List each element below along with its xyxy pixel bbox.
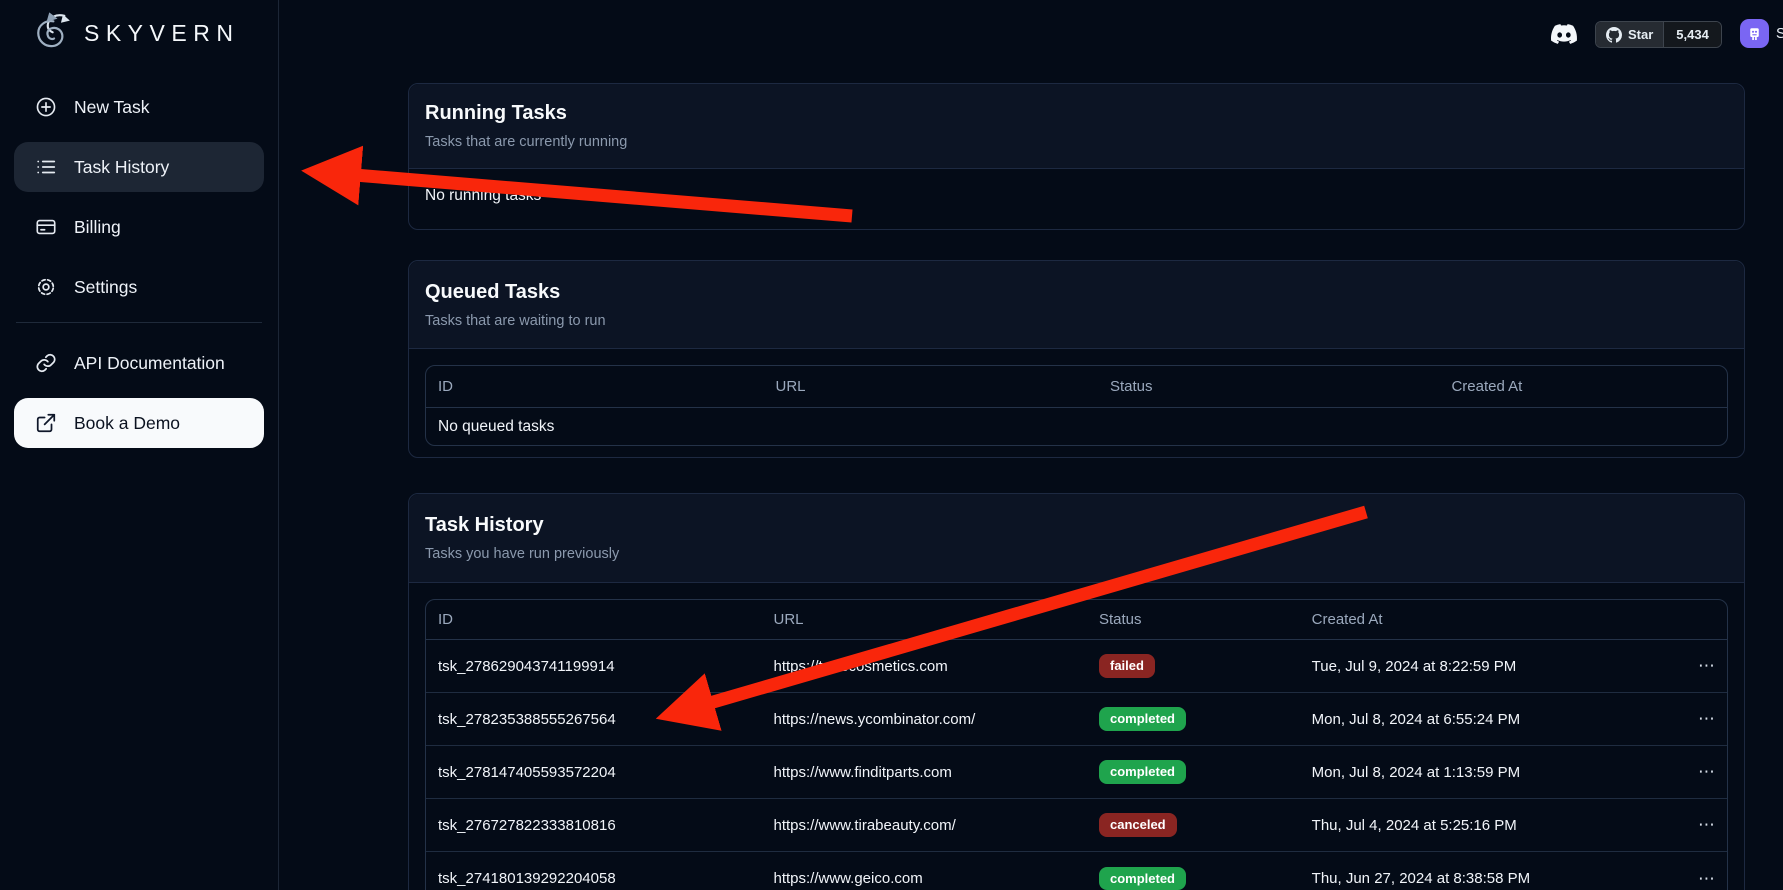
- sidebar-item-label: New Task: [74, 97, 150, 118]
- sidebar-nav: New Task Task History Billing Settings: [0, 0, 278, 458]
- external-link-icon: [35, 412, 57, 434]
- user-avatar[interactable]: [1740, 19, 1769, 48]
- queued-tasks-card: Queued Tasks Tasks that are waiting to r…: [408, 260, 1745, 458]
- gear-icon: [35, 276, 57, 298]
- task-history-header: Task History Tasks you have run previous…: [409, 494, 1744, 583]
- task-created-at-cell: Tue, Jul 9, 2024 at 8:22:59 PM: [1300, 658, 1687, 675]
- ellipsis-icon[interactable]: ⋯: [1698, 656, 1716, 675]
- table-row[interactable]: tsk_276727822333810816 https://www.tirab…: [426, 799, 1727, 852]
- row-actions-button[interactable]: ⋯: [1687, 709, 1727, 729]
- github-star-button[interactable]: Star: [1596, 22, 1663, 47]
- github-star-count[interactable]: 5,434: [1663, 22, 1721, 47]
- sidebar-item-book-a-demo[interactable]: Book a Demo: [14, 398, 264, 448]
- ellipsis-icon[interactable]: ⋯: [1698, 709, 1716, 728]
- task-history-title: Task History: [425, 514, 1728, 537]
- robot-avatar-icon: [1746, 25, 1763, 42]
- link-icon: [35, 352, 57, 374]
- task-url-cell: https://www.tirabeauty.com/: [761, 817, 1087, 834]
- ellipsis-icon[interactable]: ⋯: [1698, 762, 1716, 781]
- column-header-created-at: Created At: [1439, 378, 1727, 395]
- task-history-card: Task History Tasks you have run previous…: [408, 493, 1745, 890]
- table-row[interactable]: tsk_278235388555267564 https://news.ycom…: [426, 693, 1727, 746]
- sidebar-item-label: Billing: [74, 217, 121, 238]
- status-badge: failed: [1099, 654, 1155, 678]
- row-actions-button[interactable]: ⋯: [1687, 762, 1727, 782]
- running-tasks-header: Running Tasks Tasks that are currently r…: [409, 84, 1744, 169]
- sidebar-divider: [16, 322, 262, 323]
- column-header-id: ID: [426, 378, 763, 395]
- sidebar: SKYVERN New Task Task History Billing: [0, 0, 279, 890]
- running-tasks-card: Running Tasks Tasks that are currently r…: [408, 83, 1745, 230]
- task-url-cell: https://www.finditparts.com: [761, 764, 1087, 781]
- task-history-table-body: tsk_278629043741199914 https://tartecosm…: [426, 640, 1727, 890]
- column-header-status: Status: [1098, 378, 1439, 395]
- github-star-label: Star: [1628, 27, 1653, 42]
- queued-tasks-table: ID URL Status Created At No queued tasks: [425, 365, 1728, 446]
- task-status-cell: completed: [1087, 707, 1300, 731]
- task-history-table-header: ID URL Status Created At: [426, 600, 1727, 640]
- queued-tasks-empty-text: No queued tasks: [426, 418, 554, 436]
- ellipsis-icon[interactable]: ⋯: [1698, 869, 1716, 888]
- task-url-cell: https://tartecosmetics.com: [761, 658, 1087, 675]
- status-badge: completed: [1099, 760, 1186, 784]
- sidebar-item-label: Book a Demo: [74, 413, 180, 434]
- task-url-cell: https://www.geico.com: [761, 870, 1087, 887]
- running-tasks-empty-text: No running tasks: [409, 169, 1744, 223]
- column-header-url: URL: [761, 611, 1087, 628]
- credit-card-icon: [35, 216, 57, 238]
- running-tasks-title: Running Tasks: [425, 102, 1728, 125]
- task-id-cell: tsk_276727822333810816: [426, 817, 761, 834]
- task-url-cell: https://news.ycombinator.com/: [761, 711, 1087, 728]
- task-status-cell: failed: [1087, 654, 1300, 678]
- task-created-at-cell: Thu, Jul 4, 2024 at 5:25:16 PM: [1300, 817, 1687, 834]
- sidebar-item-label: API Documentation: [74, 353, 225, 374]
- discord-icon[interactable]: [1549, 21, 1579, 47]
- column-header-id: ID: [426, 611, 761, 628]
- column-header-status: Status: [1087, 611, 1300, 628]
- task-created-at-cell: Mon, Jul 8, 2024 at 6:55:24 PM: [1300, 711, 1687, 728]
- task-status-cell: canceled: [1087, 813, 1300, 837]
- github-icon: [1606, 27, 1622, 43]
- sidebar-item-billing[interactable]: Billing: [14, 202, 264, 252]
- sidebar-item-settings[interactable]: Settings: [14, 262, 264, 312]
- task-history-subtitle: Tasks you have run previously: [425, 546, 1728, 562]
- queued-tasks-title: Queued Tasks: [425, 281, 1728, 304]
- github-star-widget[interactable]: Star 5,434: [1595, 21, 1722, 48]
- task-id-cell: tsk_278629043741199914: [426, 658, 761, 675]
- row-actions-button[interactable]: ⋯: [1687, 869, 1727, 889]
- sidebar-item-label: Task History: [74, 157, 169, 178]
- user-name[interactable]: Sh: [1776, 26, 1783, 42]
- list-icon: [35, 156, 57, 178]
- queued-tasks-empty-row: No queued tasks: [426, 408, 1727, 445]
- topbar: Star 5,434 Sh: [279, 0, 1783, 64]
- queued-tasks-header: Queued Tasks Tasks that are waiting to r…: [409, 261, 1744, 349]
- plus-circle-icon: [35, 96, 57, 118]
- table-row[interactable]: tsk_278629043741199914 https://tartecosm…: [426, 640, 1727, 693]
- sidebar-item-task-history[interactable]: Task History: [14, 142, 264, 192]
- queued-tasks-table-header: ID URL Status Created At: [426, 366, 1727, 408]
- row-actions-button[interactable]: ⋯: [1687, 815, 1727, 835]
- task-created-at-cell: Thu, Jun 27, 2024 at 8:38:58 PM: [1300, 870, 1687, 887]
- sidebar-item-new-task[interactable]: New Task: [14, 82, 264, 132]
- status-badge: completed: [1099, 707, 1186, 731]
- sidebar-item-api-documentation[interactable]: API Documentation: [14, 338, 264, 388]
- column-header-url: URL: [763, 378, 1097, 395]
- status-badge: canceled: [1099, 813, 1177, 837]
- table-row[interactable]: tsk_278147405593572204 https://www.findi…: [426, 746, 1727, 799]
- task-status-cell: completed: [1087, 867, 1300, 890]
- task-id-cell: tsk_278147405593572204: [426, 764, 761, 781]
- task-status-cell: completed: [1087, 760, 1300, 784]
- table-row[interactable]: tsk_274180139292204058 https://www.geico…: [426, 852, 1727, 890]
- queued-tasks-subtitle: Tasks that are waiting to run: [425, 313, 1728, 329]
- task-id-cell: tsk_278235388555267564: [426, 711, 761, 728]
- task-id-cell: tsk_274180139292204058: [426, 870, 761, 887]
- ellipsis-icon[interactable]: ⋯: [1698, 815, 1716, 834]
- running-tasks-subtitle: Tasks that are currently running: [425, 134, 1728, 150]
- task-history-table: ID URL Status Created At tsk_27862904374…: [425, 599, 1728, 890]
- sidebar-item-label: Settings: [74, 277, 137, 298]
- task-created-at-cell: Mon, Jul 8, 2024 at 1:13:59 PM: [1300, 764, 1687, 781]
- row-actions-button[interactable]: ⋯: [1687, 656, 1727, 676]
- column-header-created-at: Created At: [1300, 611, 1687, 628]
- status-badge: completed: [1099, 867, 1186, 890]
